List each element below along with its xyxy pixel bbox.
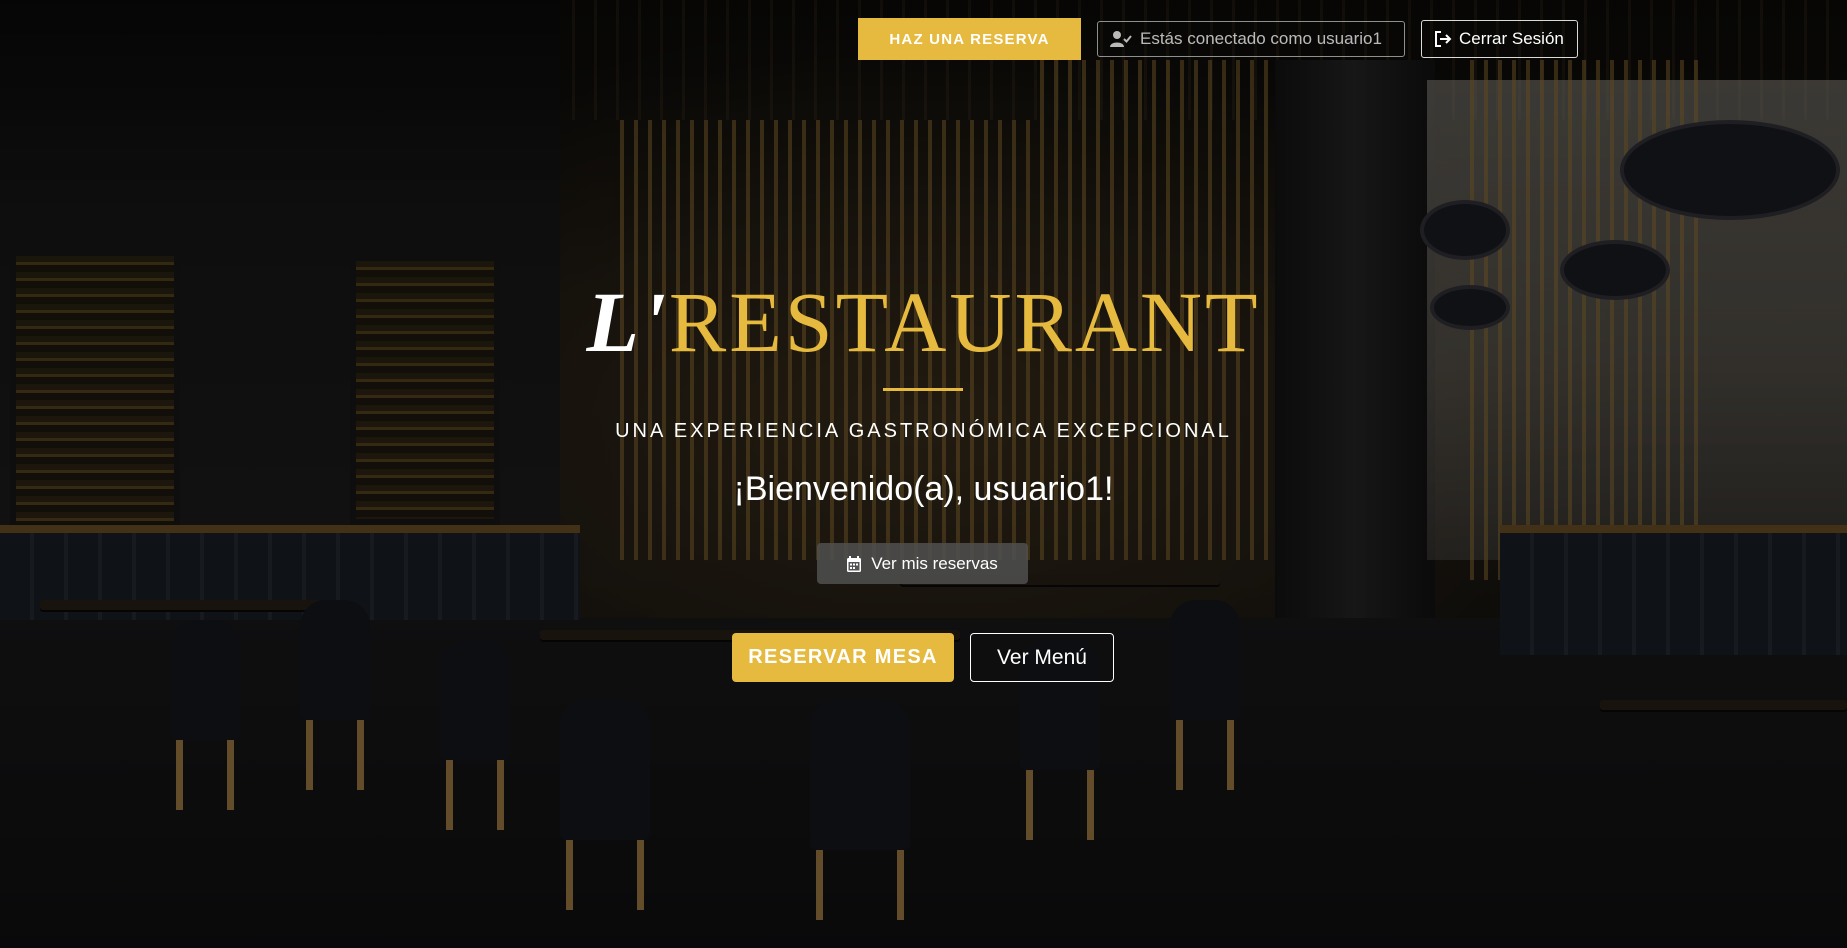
brand-logo: L'RESTAURANT: [0, 272, 1847, 372]
brand-prefix: L': [586, 274, 669, 370]
my-reservations-label: Ver mis reservas: [871, 553, 998, 573]
title-divider: [883, 388, 963, 391]
reserve-table-button[interactable]: RESERVAR MESA: [732, 633, 954, 682]
hero-section: HAZ UNA RESERVA Estás conectado como usu…: [0, 0, 1847, 948]
my-reservations-button[interactable]: Ver mis reservas: [817, 543, 1028, 584]
logout-button[interactable]: Cerrar Sesión: [1421, 20, 1578, 58]
welcome-message: ¡Bienvenido(a), usuario1!: [733, 470, 1114, 508]
tagline: UNA EXPERIENCIA GASTRONÓMICA EXCEPCIONAL: [615, 420, 1232, 442]
make-reservation-button[interactable]: HAZ UNA RESERVA: [858, 18, 1081, 60]
user-status-text: Estás conectado como usuario1: [1140, 29, 1382, 48]
calendar-icon: [847, 555, 862, 572]
top-bar: HAZ UNA RESERVA Estás conectado como usu…: [858, 18, 1578, 60]
logout-label: Cerrar Sesión: [1459, 29, 1564, 48]
brand-name: RESTAURANT: [668, 274, 1261, 370]
user-check-icon: [1110, 30, 1132, 48]
view-menu-button[interactable]: Ver Menú: [970, 633, 1114, 682]
user-status-badge: Estás conectado como usuario1: [1097, 21, 1405, 57]
sign-out-icon: [1434, 31, 1452, 47]
